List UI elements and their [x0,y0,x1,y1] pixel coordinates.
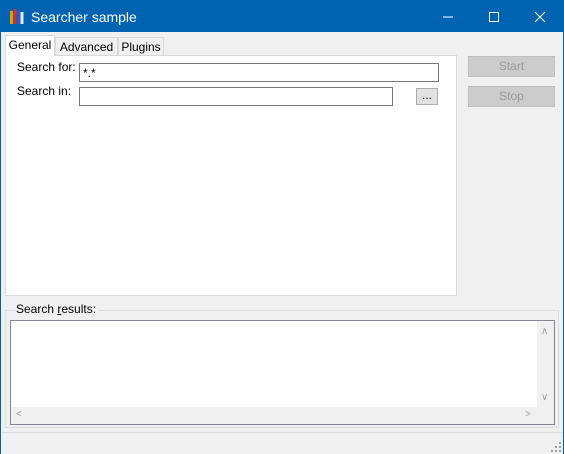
minimize-button[interactable] [425,1,471,32]
close-icon [534,11,546,23]
search-for-label: Search for: [17,60,76,74]
status-bar [1,432,563,454]
search-for-input[interactable]: *.* [79,63,439,82]
maximize-icon [489,12,499,22]
search-in-input[interactable] [79,87,393,106]
window-title: Searcher sample [31,9,137,25]
minimize-icon [443,16,453,18]
start-button[interactable]: Start [468,56,555,77]
scrollbar-corner [537,407,554,424]
scroll-right-icon[interactable]: > [525,410,531,420]
maximize-button[interactable] [471,1,517,32]
search-results-list[interactable]: ∧ ∨ < > [10,320,555,425]
tab-plugins[interactable]: Plugins [118,37,164,55]
tab-general[interactable]: General [5,35,55,56]
scroll-up-icon[interactable]: ∧ [541,327,548,337]
stop-button[interactable]: Stop [468,86,555,107]
scroll-left-icon[interactable]: < [16,410,22,420]
close-button[interactable] [517,1,563,32]
scroll-down-icon[interactable]: ∨ [541,393,548,403]
searcher-window: Searcher sample General Advanced Plugins… [0,0,564,454]
browse-button[interactable]: ... [416,88,438,105]
search-in-label: Search in: [17,84,72,98]
title-bar[interactable]: Searcher sample [1,1,563,32]
tab-advanced[interactable]: Advanced [55,37,118,55]
horizontal-scrollbar[interactable]: < > [11,407,537,424]
books-app-icon [10,9,24,24]
search-results-group: Search results: ∧ ∨ < > [5,302,559,428]
general-tab-panel: Search for: *.* Search in: ... [5,55,457,296]
vertical-scrollbar[interactable]: ∧ ∨ [537,321,554,407]
search-results-label: Search results: [16,302,100,316]
resize-grip-icon[interactable] [551,442,561,452]
